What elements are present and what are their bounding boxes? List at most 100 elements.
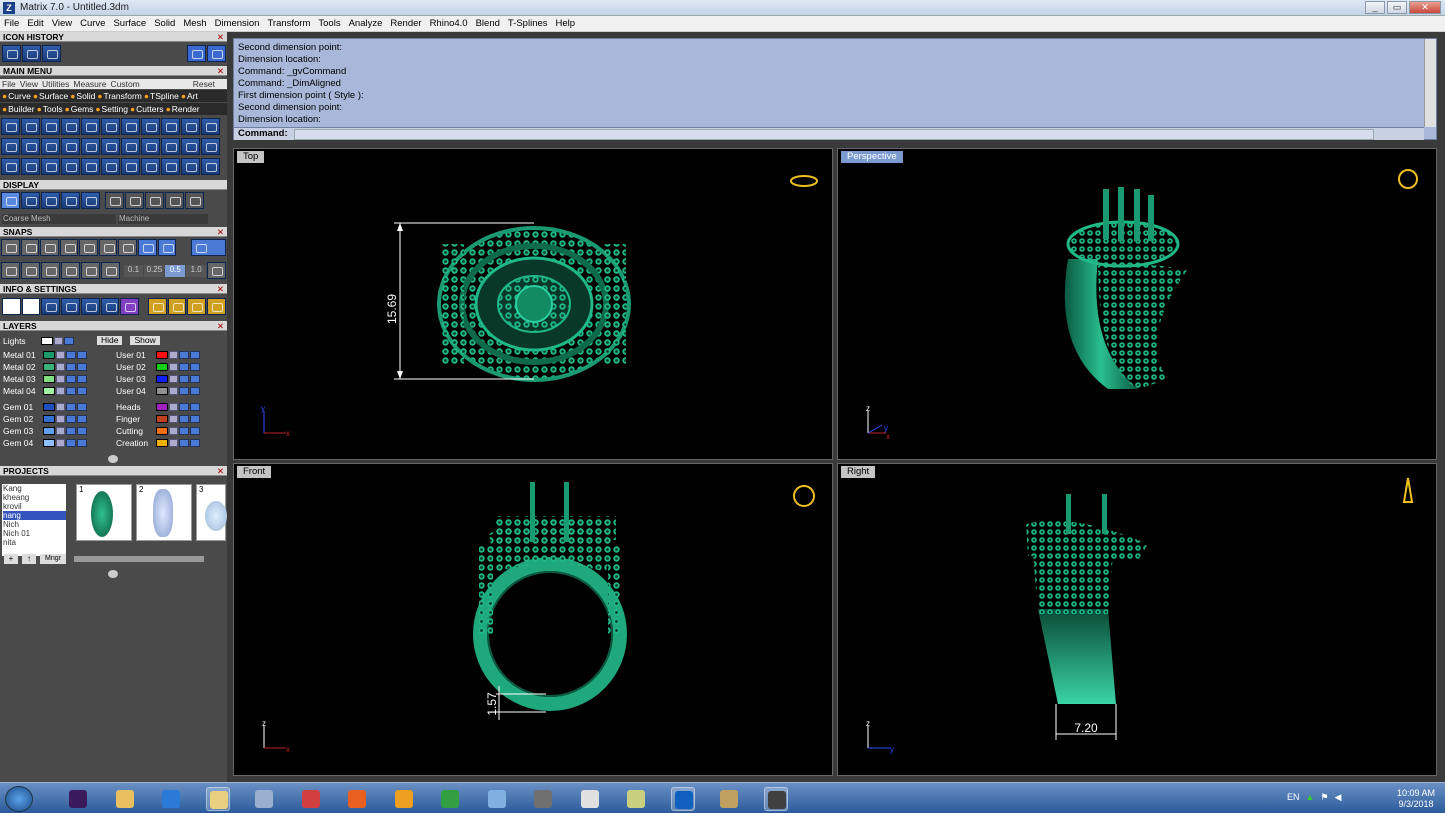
history-tool-3[interactable] [42,44,61,62]
project-thumb[interactable]: 1 [76,484,132,541]
layer-current-toggle[interactable] [190,362,200,371]
up-icon[interactable]: ↑ [22,554,36,564]
layer-color-swatch[interactable] [156,386,168,395]
start-button[interactable] [5,786,33,812]
visibility-toggle[interactable] [179,438,189,447]
list-item[interactable]: krovil [3,502,66,511]
layer-current-toggle[interactable] [77,374,87,383]
close-icon[interactable]: ✕ [217,466,224,476]
layer-current-toggle[interactable] [190,426,200,435]
tool-button[interactable] [121,138,140,155]
tool-button[interactable] [161,138,180,155]
visibility-toggle[interactable] [179,386,189,395]
cat-tools[interactable]: Tools [37,104,63,114]
tool-button[interactable] [161,118,180,135]
lock-icon[interactable] [169,414,178,423]
visibility-toggle[interactable] [179,402,189,411]
history-scrollbar[interactable] [1424,39,1436,127]
lock-icon[interactable] [56,438,65,447]
layer-color-swatch[interactable] [156,414,168,423]
layer-name[interactable]: User 02 [116,362,156,372]
layer-name[interactable]: Gem 03 [3,426,43,436]
lock-icon[interactable] [54,336,63,345]
layer-current-toggle[interactable] [77,386,87,395]
snap-value[interactable]: 0.1 [123,264,144,277]
info-button[interactable] [61,298,80,315]
forward-arrow-icon[interactable] [207,44,226,62]
menu-rhino[interactable]: Rhino4.0 [426,18,472,29]
menu-curve[interactable]: Curve [76,18,109,29]
lock-icon[interactable] [56,350,65,359]
firefox-icon[interactable] [345,787,369,811]
view-cube-icon[interactable] [1398,169,1418,189]
snap-button[interactable] [1,239,20,256]
material-button[interactable] [165,192,184,209]
visibility-toggle[interactable] [179,414,189,423]
tool-button[interactable] [61,118,80,135]
pen-icon[interactable] [531,787,555,811]
snap-button[interactable] [60,262,80,279]
tool-button[interactable] [141,118,160,135]
visibility-toggle[interactable] [66,402,76,411]
layer-current-toggle[interactable] [190,386,200,395]
layer-name[interactable]: Metal 01 [3,350,43,360]
folder-icon[interactable] [113,787,137,811]
layer-current-toggle[interactable] [77,402,87,411]
visibility-toggle[interactable] [66,350,76,359]
layer-color-swatch[interactable] [43,438,55,447]
minimize-button[interactable]: _ [1365,1,1385,14]
tool-button[interactable] [101,118,120,135]
visibility-toggle[interactable] [66,374,76,383]
cat-setting[interactable]: Setting [95,104,128,114]
lock-icon[interactable] [56,414,65,423]
view-cube-icon[interactable] [790,175,818,187]
settings-icon[interactable] [2,298,21,315]
menu-mesh[interactable]: Mesh [179,18,210,29]
info-button[interactable] [41,298,61,315]
premiere-icon[interactable] [66,787,90,811]
layer-name[interactable]: Creation [116,438,156,448]
matrix-icon[interactable] [670,787,695,811]
material-mode-select[interactable]: Machine [118,214,208,224]
tool-button[interactable] [81,138,100,155]
ortho-button[interactable] [190,239,227,256]
layer-name[interactable]: User 01 [116,350,156,360]
cat-gems[interactable]: Gems [65,104,94,114]
back-arrow-icon[interactable] [187,44,206,62]
tool-button[interactable] [181,118,200,135]
tool-button[interactable] [21,138,40,155]
display-wire-button[interactable] [1,192,20,209]
snap-button[interactable] [98,239,118,256]
snap-button[interactable] [20,262,40,279]
layer-color-swatch[interactable] [43,350,55,359]
close-icon[interactable]: ✕ [217,32,224,42]
list-item[interactable]: Kang [3,484,66,493]
layer-current-toggle[interactable] [190,438,200,447]
snap-button[interactable] [40,239,59,256]
submenu-custom[interactable]: Custom [110,79,139,89]
display-button[interactable] [41,192,60,209]
zbrush-icon[interactable] [578,787,602,811]
list-item[interactable]: nita [3,538,66,547]
snap-button[interactable] [100,262,120,279]
submenu-utilities[interactable]: Utilities [42,79,69,89]
menu-blend[interactable]: Blend [472,18,504,29]
lock-icon[interactable] [169,402,178,411]
info-button[interactable] [80,298,100,315]
menu-file[interactable]: File [0,18,23,29]
info-button[interactable] [120,298,140,315]
layer-name[interactable]: Finger [116,414,156,424]
layer-color-swatch[interactable] [43,386,55,395]
visibility-toggle[interactable] [66,386,76,395]
visibility-toggle[interactable] [179,350,189,359]
project-list[interactable]: Kang kheang krovil nang Nich Nich 01 nit… [2,484,66,556]
layer-name[interactable]: Heads [116,402,156,412]
snap-button[interactable] [59,239,79,256]
layer-current-toggle[interactable] [77,438,87,447]
volume-icon[interactable]: ◀ [1335,792,1342,803]
manager-button[interactable]: Mngr [40,554,66,564]
submenu-file[interactable]: File [2,79,16,89]
layer-color-swatch[interactable] [43,402,55,411]
visibility-toggle[interactable] [66,438,76,447]
tool-button[interactable] [201,138,220,155]
